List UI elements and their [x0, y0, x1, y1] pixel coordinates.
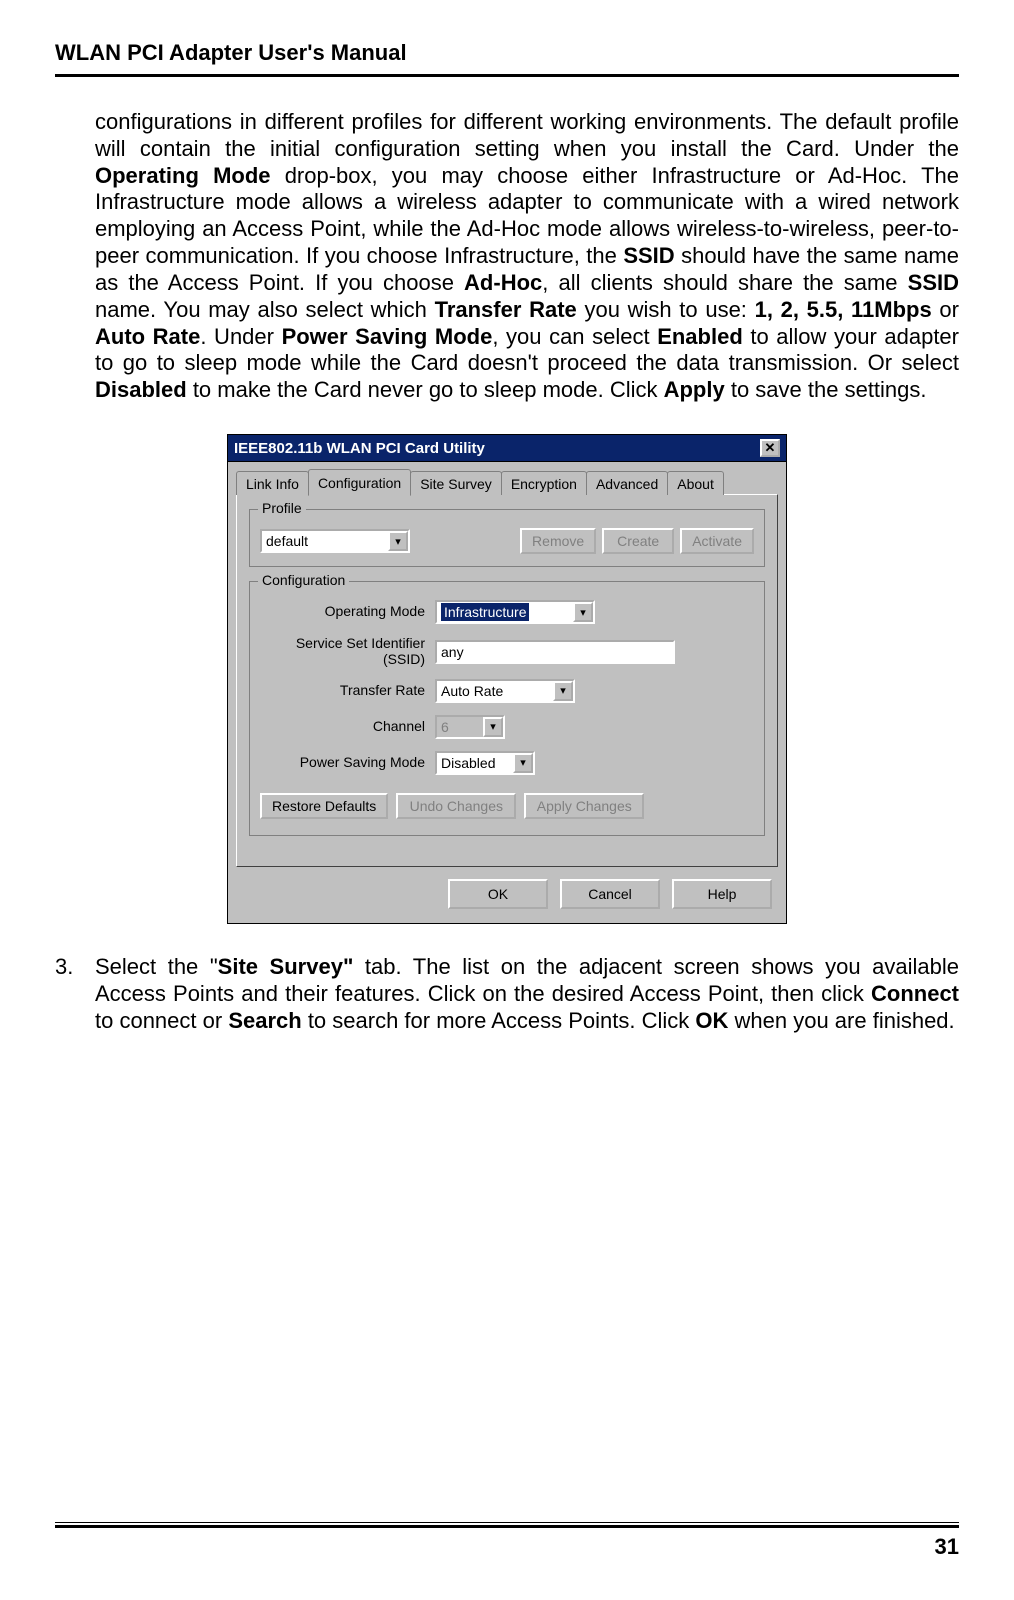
text: when you are finished. — [728, 1008, 954, 1033]
profile-legend: Profile — [258, 500, 306, 516]
dialog-buttons: OK Cancel Help — [236, 879, 778, 909]
bold: Enabled — [657, 324, 743, 349]
rate-label: Transfer Rate — [260, 683, 435, 698]
profile-combo[interactable]: default — [260, 529, 410, 553]
text: , all clients should share the same — [542, 270, 907, 295]
op-mode-value: Infrastructure — [441, 603, 529, 621]
tab-strip: Link Info Configuration Site Survey Encr… — [236, 468, 778, 495]
tab-configuration[interactable]: Configuration — [308, 469, 411, 496]
text: you wish to use: — [577, 297, 755, 322]
dialog-screenshot: IEEE802.11b WLAN PCI Card Utility ✕ Link… — [227, 434, 787, 924]
bold: Search — [228, 1008, 301, 1033]
channel-value: 6 — [441, 719, 449, 735]
page-header: WLAN PCI Adapter User's Manual — [55, 40, 959, 66]
text: to make the Card never go to sleep mode.… — [187, 377, 664, 402]
text: to search for more Access Points. Click — [302, 1008, 696, 1033]
ok-button[interactable]: OK — [448, 879, 548, 909]
main-paragraph: configurations in different profiles for… — [95, 109, 959, 404]
chevron-down-icon[interactable] — [553, 681, 573, 701]
text: Select the " — [95, 954, 218, 979]
step-text: Select the "Site Survey" tab. The list o… — [95, 954, 959, 1034]
window-body: Link Info Configuration Site Survey Encr… — [227, 462, 787, 924]
configuration-group: Configuration Operating Mode Infrastruct… — [249, 581, 765, 836]
rate-value: Auto Rate — [441, 683, 503, 699]
bold: SSID — [623, 243, 674, 268]
channel-label: Channel — [260, 719, 435, 734]
ssid-input[interactable]: any — [435, 640, 675, 664]
page-footer: 31 — [55, 1522, 959, 1560]
step-number: 3. — [55, 954, 95, 1034]
ssid-value: any — [441, 644, 464, 660]
window-title: IEEE802.11b WLAN PCI Card Utility — [234, 440, 485, 457]
bold: 1, 2, 5.5, 11Mbps — [755, 297, 932, 322]
close-icon[interactable]: ✕ — [760, 439, 780, 457]
titlebar: IEEE802.11b WLAN PCI Card Utility ✕ — [227, 434, 787, 462]
apply-changes-button[interactable]: Apply Changes — [524, 793, 644, 819]
rate-combo[interactable]: Auto Rate — [435, 679, 575, 703]
activate-button[interactable]: Activate — [680, 528, 754, 554]
undo-changes-button[interactable]: Undo Changes — [396, 793, 516, 819]
text: , you can select — [492, 324, 657, 349]
tab-site-survey[interactable]: Site Survey — [410, 471, 502, 495]
bold: Connect — [871, 981, 959, 1006]
chevron-down-icon[interactable] — [513, 753, 533, 773]
text: to save the settings. — [725, 377, 927, 402]
psm-combo[interactable]: Disabled — [435, 751, 535, 775]
remove-button[interactable]: Remove — [520, 528, 596, 554]
bold: OK — [695, 1008, 728, 1033]
cancel-button[interactable]: Cancel — [560, 879, 660, 909]
bold: Apply — [664, 377, 725, 402]
page-number: 31 — [55, 1534, 959, 1560]
text: . Under — [200, 324, 281, 349]
psm-value: Disabled — [441, 755, 495, 771]
text: to connect or — [95, 1008, 228, 1033]
ssid-label-a: Service Set Identifier — [260, 636, 425, 651]
bold: SSID — [908, 270, 959, 295]
bold: Auto Rate — [95, 324, 200, 349]
tab-advanced[interactable]: Advanced — [586, 471, 668, 495]
step-3: 3. Select the "Site Survey" tab. The lis… — [55, 954, 959, 1034]
bold: Transfer Rate — [435, 297, 577, 322]
bold: Operating Mode — [95, 163, 271, 188]
bold: Ad-Hoc — [464, 270, 542, 295]
rule-bottom-2 — [55, 1525, 959, 1528]
tab-link-info[interactable]: Link Info — [236, 471, 309, 495]
ssid-label-b: (SSID) — [260, 652, 425, 667]
ssid-label: Service Set Identifier (SSID) — [260, 636, 435, 667]
tab-about[interactable]: About — [667, 471, 724, 495]
create-button[interactable]: Create — [602, 528, 674, 554]
profile-group: Profile default Remove Create Activate — [249, 509, 765, 567]
bold: Site Survey" — [218, 954, 354, 979]
config-legend: Configuration — [258, 572, 349, 588]
tab-content: Profile default Remove Create Activate C… — [236, 494, 778, 867]
psm-label: Power Saving Mode — [260, 755, 435, 770]
channel-combo: 6 — [435, 715, 505, 739]
rule-bottom-1 — [55, 1522, 959, 1523]
bold: Disabled — [95, 377, 187, 402]
restore-defaults-button[interactable]: Restore Defaults — [260, 793, 388, 819]
text: or — [932, 297, 959, 322]
bold: Power Saving Mode — [282, 324, 493, 349]
chevron-down-icon — [483, 717, 503, 737]
chevron-down-icon[interactable] — [573, 602, 593, 622]
chevron-down-icon[interactable] — [388, 531, 408, 551]
rule-top — [55, 74, 959, 77]
help-button[interactable]: Help — [672, 879, 772, 909]
profile-value: default — [266, 533, 308, 549]
op-mode-combo[interactable]: Infrastructure — [435, 600, 595, 624]
op-mode-label: Operating Mode — [260, 604, 435, 619]
text: configurations in different profiles for… — [95, 109, 959, 161]
text: name. You may also select which — [95, 297, 435, 322]
tab-encryption[interactable]: Encryption — [501, 471, 587, 495]
